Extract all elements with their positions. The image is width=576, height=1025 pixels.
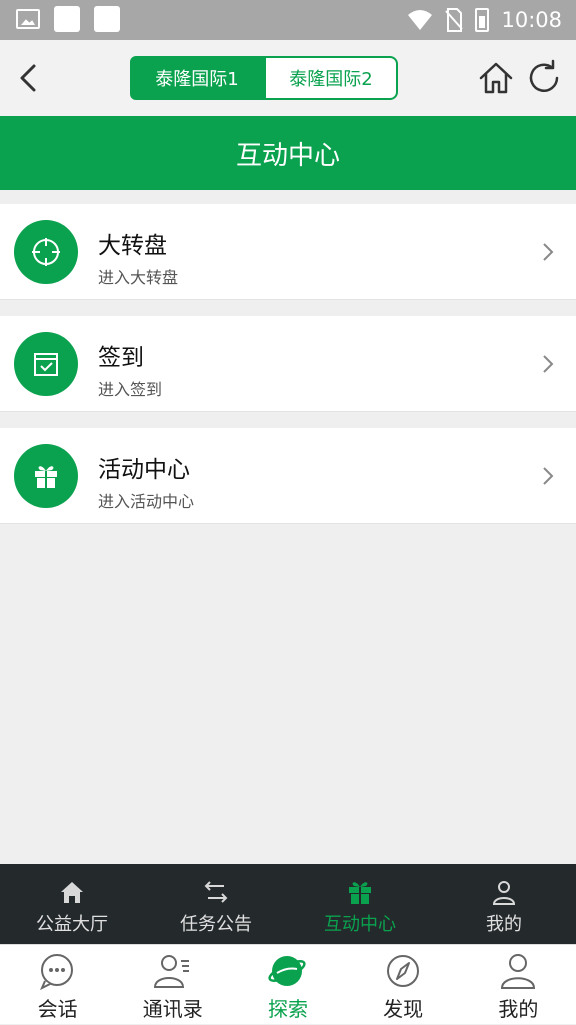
swap-icon [204, 881, 228, 903]
tab-label: 发现 [383, 997, 424, 1021]
list-item-wheel[interactable]: 大转盘 进入大转盘 [0, 204, 576, 300]
list-item-activity-center[interactable]: 活动中心 进入活动中心 [0, 428, 576, 524]
status-bar: 10:08 [0, 0, 576, 40]
tab-label: 公益大厅 [36, 914, 108, 935]
list-item-title: 大转盘 [98, 233, 167, 259]
notification-icon [54, 6, 80, 32]
main-tab-bar: 会话 通讯录 探索 发现 我的 [0, 944, 576, 1024]
user-icon [492, 881, 516, 905]
tab-chat[interactable]: 会话 [0, 945, 115, 1025]
user-icon [500, 954, 535, 989]
tab-label: 探索 [267, 997, 308, 1021]
status-time: 10:08 [501, 8, 562, 32]
tab-account-1[interactable]: 泰隆国际1 [130, 56, 264, 100]
chevron-right-icon [543, 355, 554, 373]
gift-icon [14, 444, 78, 508]
notification-icon [94, 6, 120, 32]
tab-mine-inner[interactable]: 我的 [432, 864, 576, 944]
tab-label: 互动中心 [324, 914, 396, 935]
tab-discover[interactable]: 发现 [346, 945, 461, 1025]
tab-mine[interactable]: 我的 [461, 945, 576, 1025]
tab-label: 我的 [498, 997, 539, 1021]
wifi-icon [408, 10, 433, 30]
refresh-icon[interactable] [524, 58, 564, 98]
list-item-subtitle: 进入签到 [98, 380, 163, 399]
tab-account-2[interactable]: 泰隆国际2 [264, 56, 398, 100]
tab-interaction-center[interactable]: 互动中心 [288, 864, 432, 944]
tab-contacts[interactable]: 通讯录 [115, 945, 230, 1025]
tab-label: 通讯录 [142, 997, 203, 1021]
home-icon[interactable] [476, 58, 516, 98]
contacts-icon [154, 955, 190, 988]
tab-charity-hall[interactable]: 公益大厅 [0, 864, 144, 944]
app-header: 泰隆国际1 泰隆国际2 [0, 40, 576, 116]
planet-icon [268, 956, 307, 986]
image-notification-icon [16, 9, 40, 29]
crosshair-icon [14, 220, 78, 284]
list-item-title: 活动中心 [98, 457, 190, 483]
back-icon[interactable] [12, 60, 48, 96]
list-item-checkin[interactable]: 签到 进入签到 [0, 316, 576, 412]
account-switcher: 泰隆国际1 泰隆国际2 [130, 56, 398, 100]
page-title: 互动中心 [0, 116, 576, 190]
chevron-right-icon [543, 467, 554, 485]
list-item-subtitle: 进入大转盘 [98, 268, 179, 287]
tab-task-notice[interactable]: 任务公告 [144, 864, 288, 944]
home-icon [61, 882, 83, 903]
list-item-subtitle: 进入活动中心 [98, 492, 195, 511]
compass-icon [386, 955, 419, 987]
battery-icon [475, 8, 490, 32]
tab-label: 会话 [37, 997, 78, 1021]
calendar-check-icon [14, 332, 78, 396]
tab-explore[interactable]: 探索 [230, 945, 345, 1025]
gift-icon [349, 882, 371, 904]
chat-icon [40, 954, 73, 991]
tab-label: 任务公告 [180, 914, 252, 935]
chevron-right-icon [543, 243, 554, 261]
tab-label: 我的 [486, 914, 522, 935]
no-sim-icon [445, 8, 464, 32]
inner-tab-bar: 公益大厅 任务公告 互动中心 我的 [0, 864, 576, 944]
list-item-title: 签到 [98, 345, 144, 371]
